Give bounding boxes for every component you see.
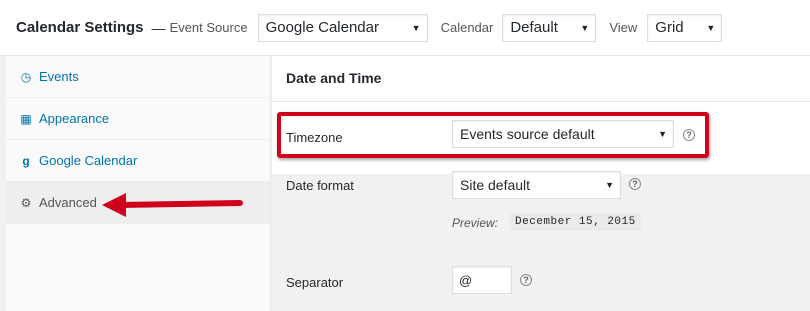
annotation-arrow	[102, 193, 243, 217]
